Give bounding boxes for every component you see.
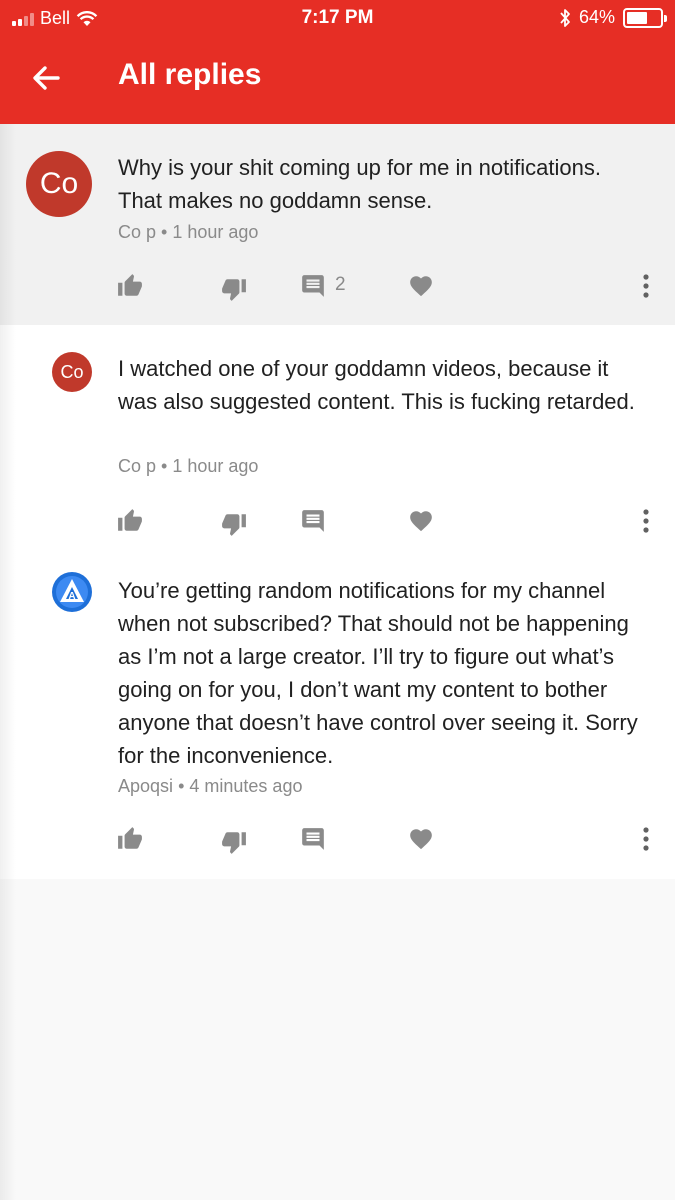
meta-separator: • (161, 456, 168, 476)
status-bar: Bell 7:17 PM 64% (0, 0, 675, 36)
reply-count: 2 (335, 274, 346, 295)
avatar[interactable]: A (52, 572, 92, 612)
parent-comment: Co Why is your shit coming up for me in … (0, 124, 675, 325)
page-title: All replies (118, 58, 262, 91)
reply-icon[interactable] (300, 508, 326, 534)
heart-icon[interactable] (408, 826, 434, 852)
back-arrow-icon[interactable] (30, 62, 62, 94)
bluetooth-icon (560, 8, 570, 27)
reply-icon[interactable] (300, 273, 326, 299)
meta-separator: • (178, 776, 185, 796)
thumbs-down-icon[interactable] (221, 829, 247, 855)
more-vert-icon[interactable] (636, 824, 656, 854)
comment-author[interactable]: Co p (118, 222, 156, 242)
heart-icon[interactable] (408, 273, 434, 299)
avatar-initials: Co (60, 361, 84, 382)
reply-comment: A You’re getting random notifications fo… (0, 555, 675, 879)
avatar[interactable]: Co (26, 151, 92, 217)
comment-author[interactable]: Apoqsi (118, 776, 173, 796)
app-header: Bell 7:17 PM 64% All replies (0, 0, 675, 124)
reply-comment: Co I watched one of your goddamn videos,… (0, 325, 675, 555)
avatar[interactable]: Co (52, 352, 92, 392)
thumbs-up-icon[interactable] (117, 273, 143, 299)
comment-meta: Co p • 1 hour ago (118, 222, 258, 243)
comment-text: Why is your shit coming up for me in not… (118, 155, 601, 213)
comment-meta: Co p • 1 hour ago (118, 456, 258, 477)
comment-time: 1 hour ago (172, 456, 259, 476)
thumbs-down-icon[interactable] (221, 511, 247, 537)
comment-time: 1 hour ago (172, 222, 259, 242)
thumbs-down-icon[interactable] (221, 276, 247, 302)
heart-icon[interactable] (408, 508, 434, 534)
battery-percentage: 64% (578, 7, 615, 27)
comment-time: 4 minutes ago (189, 776, 303, 796)
comment-actions (0, 500, 675, 540)
more-vert-icon[interactable] (636, 506, 656, 536)
thumbs-up-icon[interactable] (117, 826, 143, 852)
comment-actions: 2 (0, 265, 675, 305)
comment-meta: Apoqsi • 4 minutes ago (118, 776, 302, 797)
battery-icon (623, 7, 667, 28)
meta-separator: • (161, 222, 168, 242)
more-vert-icon[interactable] (636, 271, 656, 301)
thumbs-up-icon[interactable] (117, 508, 143, 534)
channel-logo-icon: A (53, 573, 91, 611)
comment-actions (0, 818, 675, 858)
svg-text:A: A (68, 591, 75, 602)
comment-text: I watched one of your goddamn videos, be… (118, 356, 635, 414)
comment-text: You’re getting random notifications for … (118, 578, 638, 768)
comment-author[interactable]: Co p (118, 456, 156, 476)
reply-icon[interactable] (300, 826, 326, 852)
avatar-initials: Co (39, 167, 79, 200)
